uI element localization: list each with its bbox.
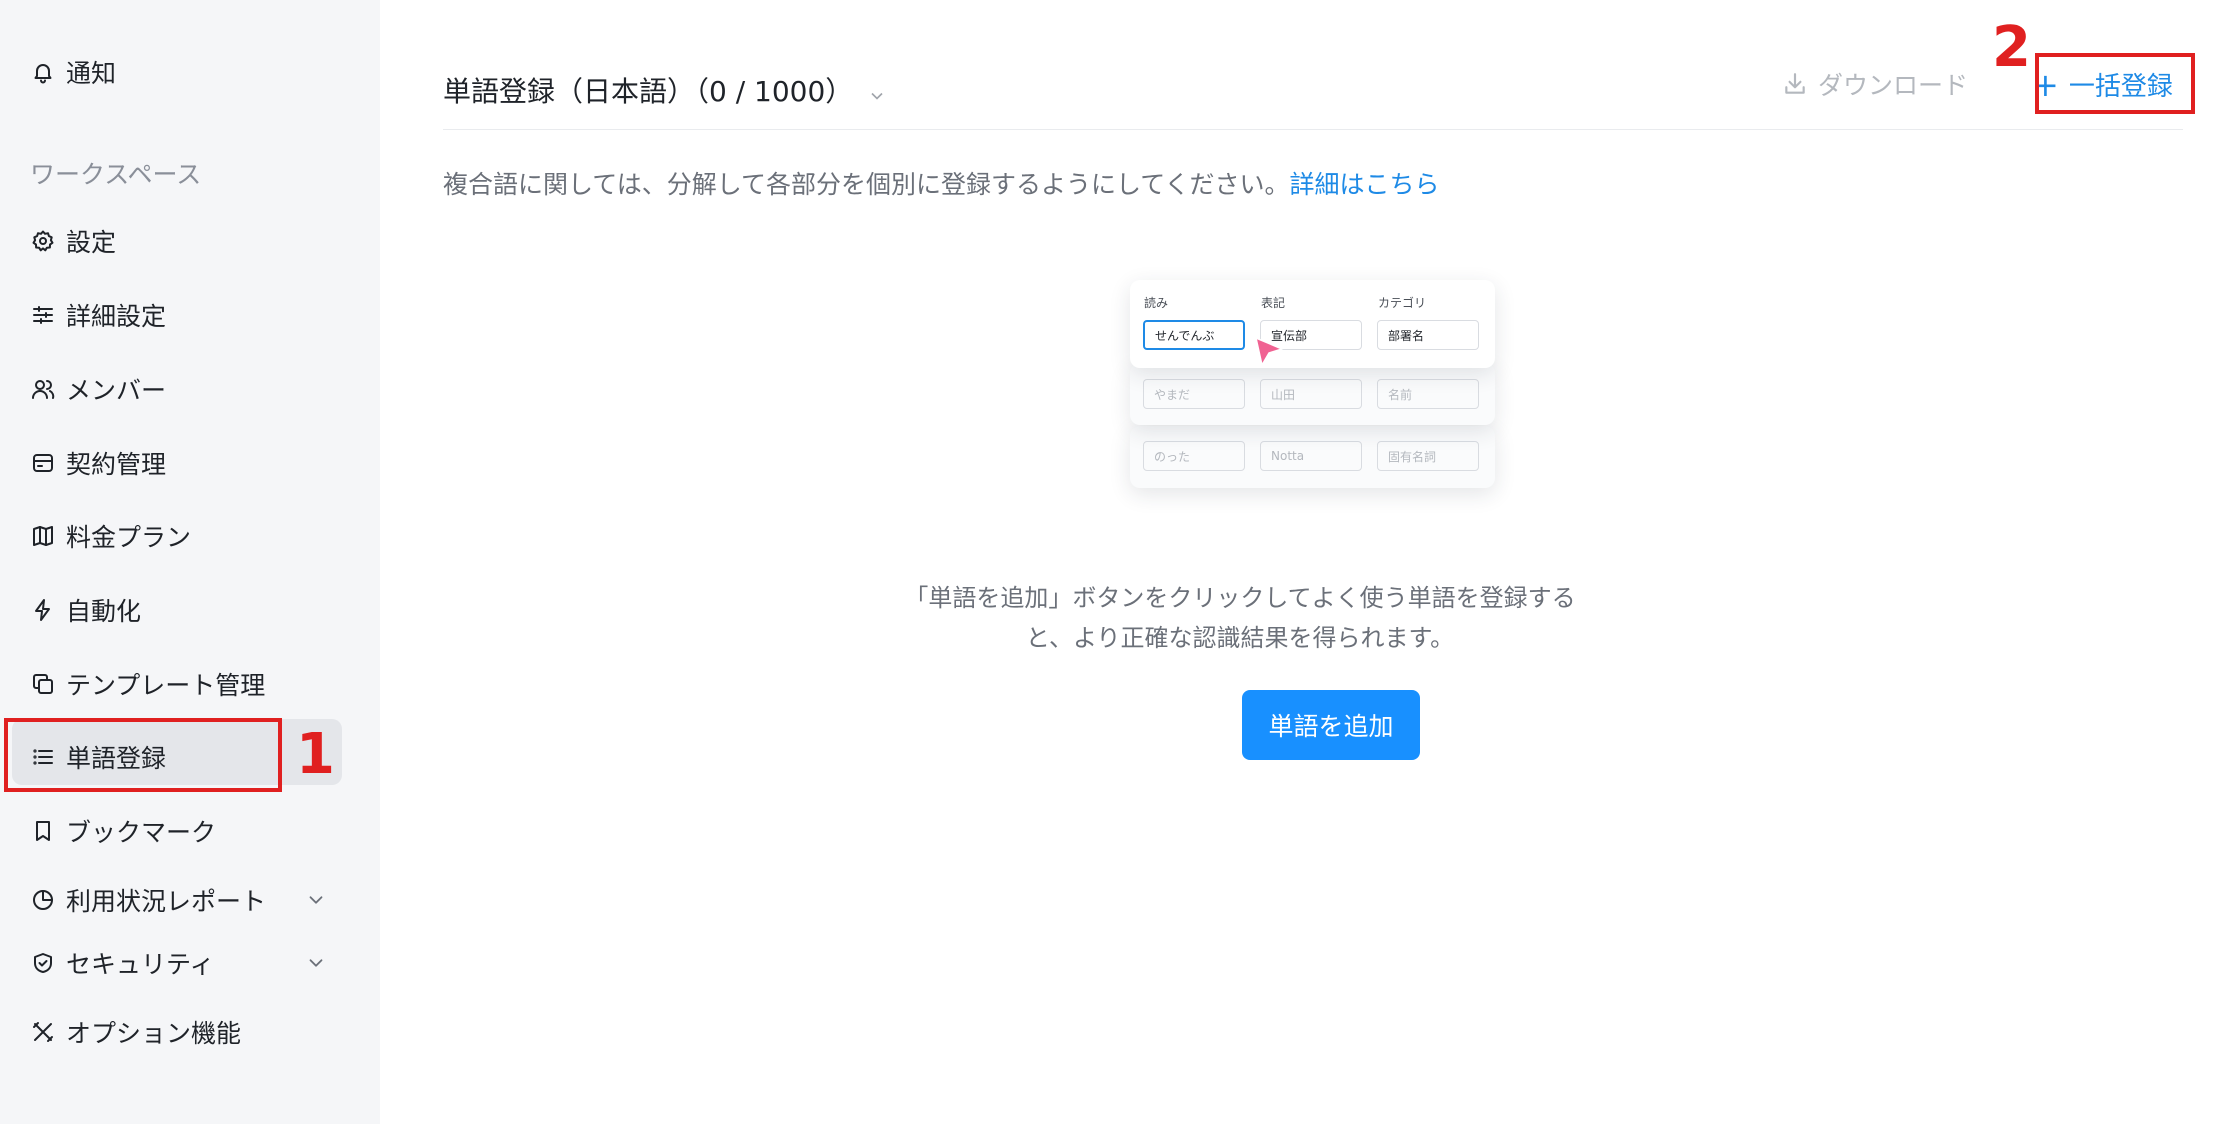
sidebar-item-label: オプション機能 [66, 1019, 242, 1048]
sidebar-item-automation[interactable]: 自動化 [30, 590, 141, 630]
sidebar-item-label: ブックマーク [66, 818, 217, 847]
annotation-number-1: 1 [296, 722, 335, 787]
sidebar-item-members[interactable]: メンバー [30, 369, 166, 409]
compound-word-notice: 複合語に関しては、分解して各部分を個別に登録するようにしてください。詳細はこちら [443, 165, 1440, 201]
main-content: 単語登録（日本語）（0 / 1000） ダウンロード + 一括登録 2 複合語に… [380, 0, 2230, 1124]
illustration-field: のった [1143, 441, 1245, 471]
gear-icon [30, 228, 56, 254]
illustration-field: せんでんぶ [1143, 320, 1245, 350]
add-word-button[interactable]: 単語を追加 [1242, 690, 1420, 760]
chevron-down-icon[interactable] [867, 80, 887, 100]
sidebar-item-label: セキュリティ [66, 950, 215, 979]
sidebar-item-label: 通知 [66, 59, 117, 88]
notice-text: 複合語に関しては、分解して各部分を個別に登録するようにしてください。 [443, 170, 1290, 199]
illustration-card: 読み 表記 カテゴリ せんでんぶ 宣伝部 部署名 [1130, 280, 1495, 368]
chevron-down-icon[interactable] [305, 952, 327, 974]
sidebar-item-settings[interactable]: 設定 [30, 221, 116, 261]
page-title[interactable]: 単語登録（日本語）（0 / 1000） [443, 70, 887, 110]
empty-state-illustration: のった Notta 固有名詞 やまだ 山田 名前 読み 表記 カテゴリ せんでん… [1130, 270, 1530, 510]
illustration-field: やまだ [1143, 379, 1245, 409]
sidebar-item-advanced-settings[interactable]: 詳細設定 [30, 295, 166, 335]
sidebar-item-pricing[interactable]: 料金プラン [30, 516, 191, 556]
sidebar: 通知 ワークスペース 設定 詳細設定 メンバー 契約管理 料金プラン 自動化 テ… [0, 0, 380, 1124]
empty-state-message: 「単語を追加」ボタンをクリックしてよく使う単語を登録する と、より正確な認識結果… [880, 578, 1600, 658]
illustration-card: やまだ 山田 名前 [1130, 363, 1495, 425]
bookmark-icon [30, 818, 56, 844]
download-button[interactable]: ダウンロード [1782, 66, 1968, 102]
sidebar-item-label: 契約管理 [66, 450, 167, 479]
shield-icon [30, 950, 56, 976]
bell-icon [30, 59, 56, 85]
illustration-field: 名前 [1377, 379, 1479, 409]
sidebar-item-label: 設定 [66, 228, 117, 257]
sidebar-item-label: メンバー [66, 376, 167, 405]
section-label-workspace: ワークスペース [30, 160, 202, 189]
illustration-field: 山田 [1260, 379, 1362, 409]
users-icon [30, 376, 56, 402]
details-link[interactable]: 詳細はこちら [1290, 170, 1440, 199]
sidebar-item-security[interactable]: セキュリティ [30, 943, 215, 983]
card-icon [30, 450, 56, 476]
sidebar-item-label: 自動化 [66, 597, 142, 626]
sidebar-item-usage-report[interactable]: 利用状況レポート [30, 880, 266, 920]
illustration-card: のった Notta 固有名詞 [1130, 426, 1495, 488]
illustration-field: Notta [1260, 441, 1362, 471]
sidebar-item-label: 詳細設定 [66, 302, 167, 331]
annotation-number-2: 2 [1992, 15, 2031, 80]
empty-state-line: 「単語を追加」ボタンをクリックしてよく使う単語を登録する [904, 584, 1576, 612]
sidebar-item-templates[interactable]: テンプレート管理 [30, 664, 265, 704]
illustration-field: 固有名詞 [1377, 441, 1479, 471]
empty-state-line: と、より正確な認識結果を得られます。 [1025, 624, 1455, 652]
page-title-text: 単語登録（日本語）（0 / 1000） [443, 75, 854, 108]
sidebar-item-options[interactable]: オプション機能 [30, 1012, 241, 1052]
sidebar-item-label: 料金プラン [66, 523, 192, 552]
chevron-down-icon[interactable] [305, 889, 327, 911]
header-divider [443, 129, 2183, 130]
sidebar-item-label: 利用状況レポート [66, 887, 267, 916]
tools-icon [30, 1019, 56, 1045]
illustration-header: 読み [1144, 296, 1169, 310]
pointer-cursor-icon [1255, 337, 1283, 366]
download-icon [1785, 73, 1805, 94]
annotation-box-2 [2035, 53, 2195, 114]
sidebar-item-bookmarks[interactable]: ブックマーク [30, 811, 216, 851]
sidebar-item-label: テンプレート管理 [66, 671, 266, 700]
bolt-icon [30, 597, 56, 623]
illustration-field: 部署名 [1377, 320, 1479, 350]
template-icon [30, 671, 56, 697]
map-icon [30, 523, 56, 549]
sliders-icon [30, 302, 56, 328]
sidebar-item-contract[interactable]: 契約管理 [30, 443, 166, 483]
download-label: ダウンロード [1818, 71, 1969, 100]
illustration-header: カテゴリ [1378, 296, 1427, 310]
sidebar-item-notification[interactable]: 通知 [30, 52, 116, 92]
annotation-box-1 [4, 718, 282, 792]
illustration-header: 表記 [1261, 296, 1286, 310]
pie-chart-icon [30, 887, 56, 913]
